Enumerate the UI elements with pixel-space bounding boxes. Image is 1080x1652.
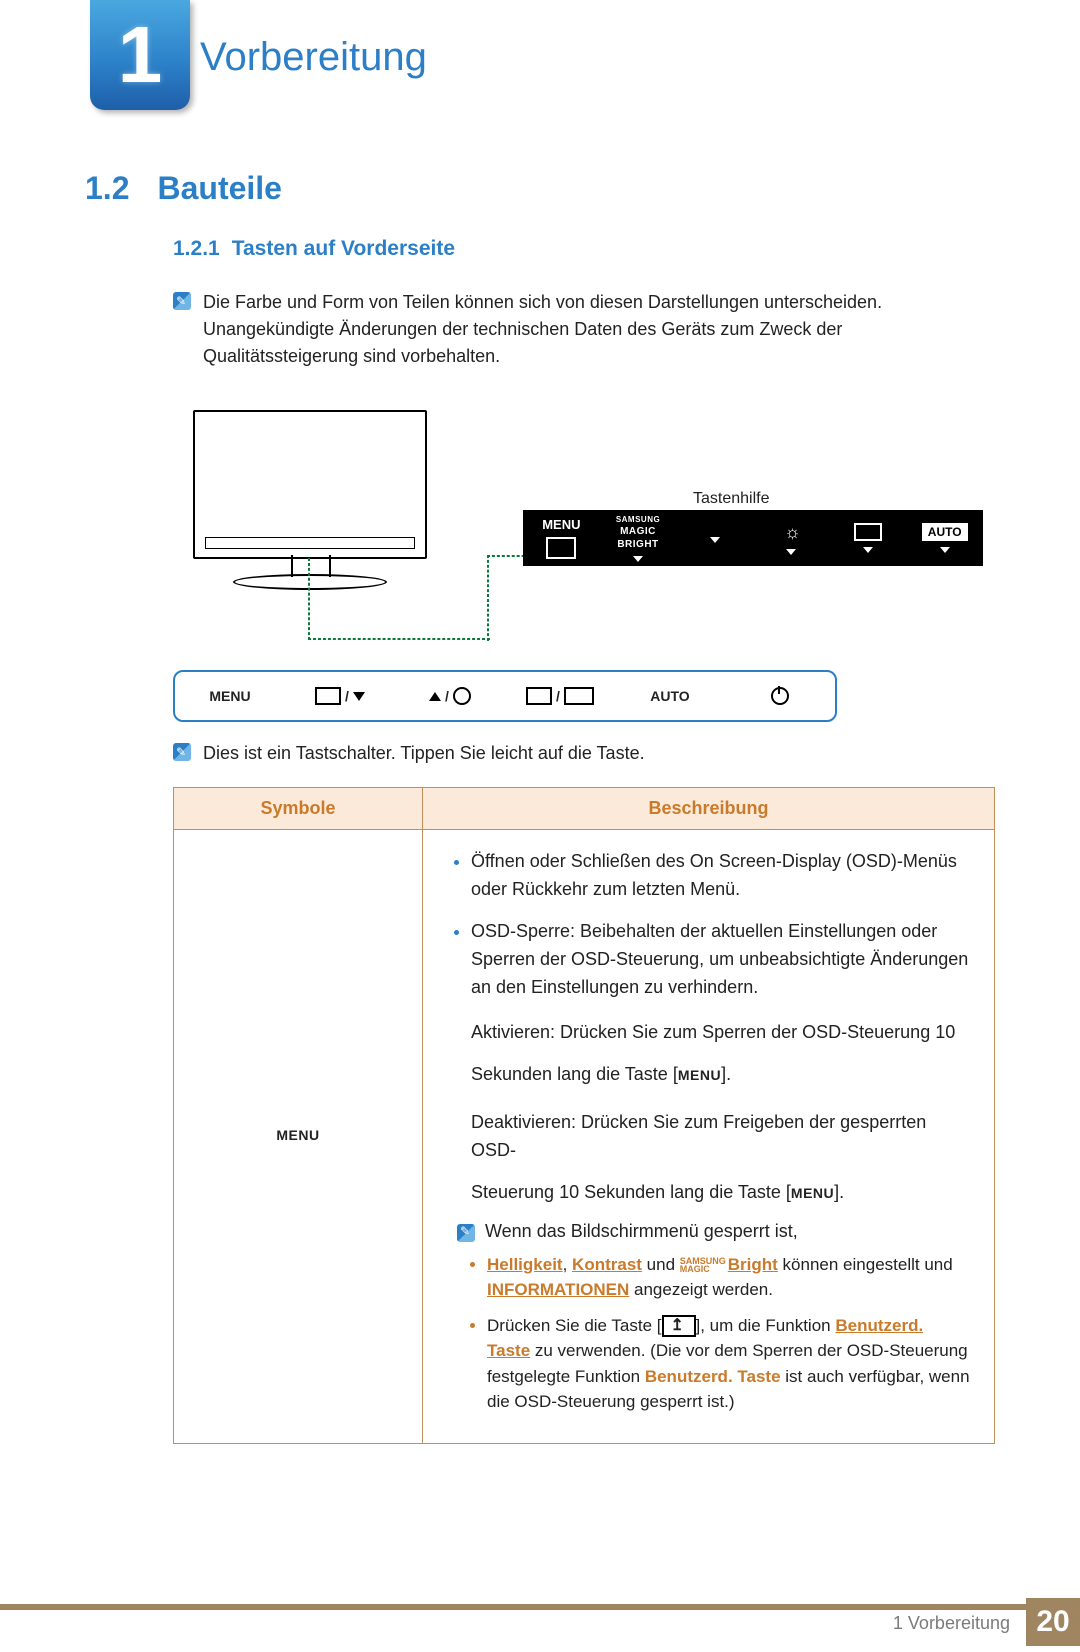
footer-rule <box>0 1604 1080 1610</box>
brightness-icon <box>453 687 471 705</box>
note-icon <box>173 292 191 310</box>
down-arrow-icon <box>940 547 950 553</box>
osd-magic-label: MAGIC <box>620 526 656 537</box>
osd-bright-label: BRIGHT <box>617 539 658 550</box>
link-helligkeit[interactable]: Helligkeit <box>487 1255 563 1274</box>
osd-cell-brightness: ☼ <box>753 522 830 555</box>
key-help-label: Tastenhilfe <box>693 490 770 508</box>
magic-bright-prefix: SAMSUNGMAGIC <box>680 1257 726 1273</box>
link-informationen[interactable]: INFORMATIONEN <box>487 1280 629 1299</box>
note-icon <box>173 743 191 761</box>
up-arrow-icon <box>429 692 441 701</box>
button-auto-label: AUTO <box>650 688 689 704</box>
link-magicbright[interactable]: Bright <box>728 1255 778 1274</box>
col-header-symbols: Symbole <box>174 788 423 830</box>
button-power <box>725 687 835 705</box>
brightness-icon: ☼ <box>784 522 799 543</box>
button-menu-label: MENU <box>209 688 250 704</box>
section-number: 1.2 <box>85 170 129 206</box>
osd-key-help-bar: MENU SAMSUNG MAGIC BRIGHT ☼ AUTO <box>523 510 983 566</box>
intro-note-text: Die Farbe und Form von Teilen können sic… <box>203 289 995 370</box>
leader-line <box>308 558 310 640</box>
link-kontrast[interactable]: Kontrast <box>572 1255 642 1274</box>
chapter-title: Vorbereitung <box>200 35 427 80</box>
slash: / <box>345 688 349 704</box>
activate-line-a: Aktivieren: Drücken Sie zum Sperren der … <box>471 1019 970 1047</box>
deactivate-line-a: Deaktivieren: Drücken Sie zum Freigeben … <box>471 1109 970 1165</box>
chapter-number: 1 <box>118 9 163 101</box>
front-buttons-diagram: Tastenhilfe MENU SAMSUNG MAGIC BRIGHT ☼ <box>173 410 995 650</box>
source-icon <box>854 523 882 541</box>
front-button-strip: MENU / / / AUTO <box>173 670 837 722</box>
menu-key-inline: MENU <box>678 1067 721 1083</box>
osd-cell-source <box>830 523 907 553</box>
custom-key-icon <box>662 1315 696 1337</box>
subsection-title: Tasten auf Vorderseite <box>232 237 455 260</box>
footer-breadcrumb: 1 Vorbereitung <box>893 1613 1010 1634</box>
down-arrow-icon <box>710 537 720 543</box>
menu-icon <box>546 537 576 559</box>
locked-sub-list: Helligkeit, Kontrast und SAMSUNGMAGICBri… <box>447 1252 970 1415</box>
list-item: OSD-Sperre: Beibehalten der aktuellen Ei… <box>471 918 970 1002</box>
osd-cell-magicbright: SAMSUNG MAGIC BRIGHT <box>600 515 677 562</box>
touch-note-text: Dies ist ein Tastschalter. Tippen Sie le… <box>203 740 645 767</box>
down-arrow-icon <box>633 556 643 562</box>
note-icon <box>457 1224 475 1242</box>
source-icon <box>526 687 552 705</box>
osd-menu-label: MENU <box>542 517 580 532</box>
down-arrow-icon <box>353 692 365 701</box>
pip-icon <box>564 687 594 705</box>
button-up-brightness: / <box>395 687 505 705</box>
intro-note: Die Farbe und Form von Teilen können sic… <box>173 289 995 370</box>
list-item: Öffnen oder Schließen des On Screen-Disp… <box>471 848 970 904</box>
button-source: / <box>505 687 615 705</box>
power-icon <box>771 687 789 705</box>
button-enter-down: / <box>285 687 395 705</box>
menu-key-inline: MENU <box>791 1185 834 1201</box>
osd-auto-label: AUTO <box>922 523 968 541</box>
leader-line <box>487 555 489 641</box>
page-footer: 1 Vorbereitung 20 <box>0 1604 1080 1652</box>
chapter-badge: 1 <box>90 0 190 110</box>
slash: / <box>445 688 449 704</box>
locked-note: Wenn das Bildschirmmenü gesperrt ist, <box>457 1221 970 1242</box>
deactivate-line-b: Steuerung 10 Sekunden lang die Taste [ME… <box>471 1179 970 1207</box>
subsection-number: 1.2.1 <box>173 237 220 260</box>
subsection-heading: 1.2.1 Tasten auf Vorderseite <box>173 237 995 261</box>
list-item: Drücken Sie die Taste [], um die Funktio… <box>487 1313 970 1415</box>
text-benutzerd-taste: Benutzerd. Taste <box>645 1367 781 1386</box>
symbol-menu-label: MENU <box>276 1127 319 1143</box>
down-arrow-icon <box>863 547 873 553</box>
list-item: Helligkeit, Kontrast und SAMSUNGMAGICBri… <box>487 1252 970 1303</box>
osd-cell-blank1 <box>676 533 753 543</box>
section-heading: 1.2 Bauteile <box>85 170 995 207</box>
slash: / <box>556 688 560 704</box>
down-arrow-icon <box>786 549 796 555</box>
monitor-stand-base <box>233 574 387 590</box>
locked-intro: Wenn das Bildschirmmenü gesperrt ist, <box>485 1221 798 1242</box>
col-header-description: Beschreibung <box>423 788 995 830</box>
touch-note: Dies ist ein Tastschalter. Tippen Sie le… <box>173 740 995 767</box>
enter-icon <box>315 687 341 705</box>
symbols-table: Symbole Beschreibung MENU Öffnen oder Sc… <box>173 787 995 1444</box>
osd-cell-menu: MENU <box>523 517 600 559</box>
page-number: 20 <box>1026 1598 1080 1646</box>
button-auto: AUTO <box>615 688 725 704</box>
osd-cell-auto: AUTO <box>906 523 983 553</box>
button-menu: MENU <box>175 688 285 704</box>
osd-brand-label: SAMSUNG <box>616 515 660 524</box>
section-title: Bauteile <box>157 170 281 206</box>
description-list: Öffnen oder Schließen des On Screen-Disp… <box>447 848 970 1001</box>
leader-line <box>308 638 490 640</box>
monitor-outline <box>193 410 427 559</box>
table-row: MENU Öffnen oder Schließen des On Screen… <box>174 830 995 1444</box>
symbol-cell-menu: MENU <box>174 830 423 1444</box>
activate-line-b: Sekunden lang die Taste [MENU]. <box>471 1061 970 1089</box>
description-cell: Öffnen oder Schließen des On Screen-Disp… <box>423 830 995 1444</box>
